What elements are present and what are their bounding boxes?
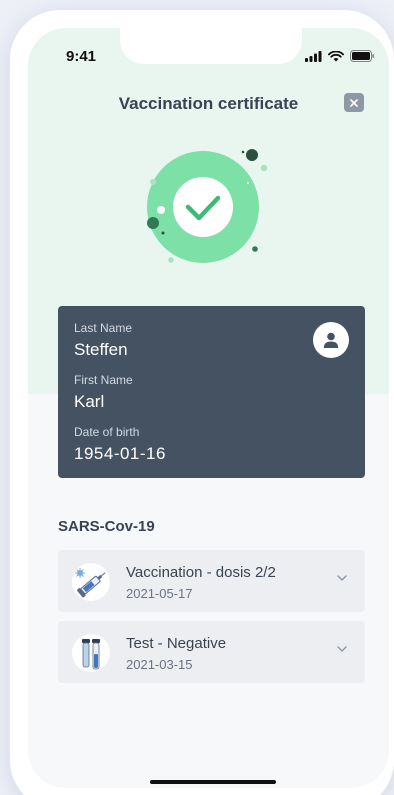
phone-frame: 9:41 Vaccination certificate Last Name S… [10,10,394,795]
test-record[interactable]: Test - Negative 2021-03-15 [58,621,365,683]
first-name-label: First Name [74,373,133,387]
record-icon-wrap [72,563,110,601]
dob-label: Date of birth [74,425,140,439]
dob-field: Date of birth 1954-01-16 [74,425,166,464]
home-indicator [150,780,276,784]
last-name-value: Steffen [74,340,128,359]
close-icon [350,98,358,107]
record-title: Vaccination - dosis 2/2 [126,564,276,581]
chevron-down-icon [337,646,347,652]
avatar [313,322,349,358]
record-date: 2021-03-15 [126,657,193,672]
identity-card: Last Name Steffen First Name Karl Date o… [58,306,365,478]
syringe-icon [75,568,106,598]
check-badge-icon [147,149,268,263]
app-screen: 9:41 Vaccination certificate Last Name S… [28,28,389,788]
record-date: 2021-05-17 [126,586,193,601]
record-title: Test - Negative [126,635,227,652]
verified-badge [128,132,278,282]
vaccination-record[interactable]: Vaccination - dosis 2/2 2021-05-17 [58,550,365,612]
status-time: 9:41 [66,48,97,65]
dob-value: 1954-01-16 [74,444,166,463]
battery-icon [350,50,375,62]
last-name-label: Last Name [74,321,133,335]
device-notch [120,28,302,64]
record-icon-wrap [72,634,110,672]
first-name-value: Karl [74,392,105,411]
section-title: SARS-Cov-19 [58,518,155,535]
signal-icon [305,50,322,62]
last-name-field: Last Name Steffen [74,321,132,360]
test-tube-icon [82,639,100,670]
first-name-field: First Name Karl [74,373,133,412]
chevron-down-icon [337,575,347,581]
user-icon [323,332,339,348]
close-button[interactable] [344,93,364,112]
status-icons [305,50,375,62]
wifi-icon [328,50,344,61]
page-title: Vaccination certificate [118,94,299,113]
